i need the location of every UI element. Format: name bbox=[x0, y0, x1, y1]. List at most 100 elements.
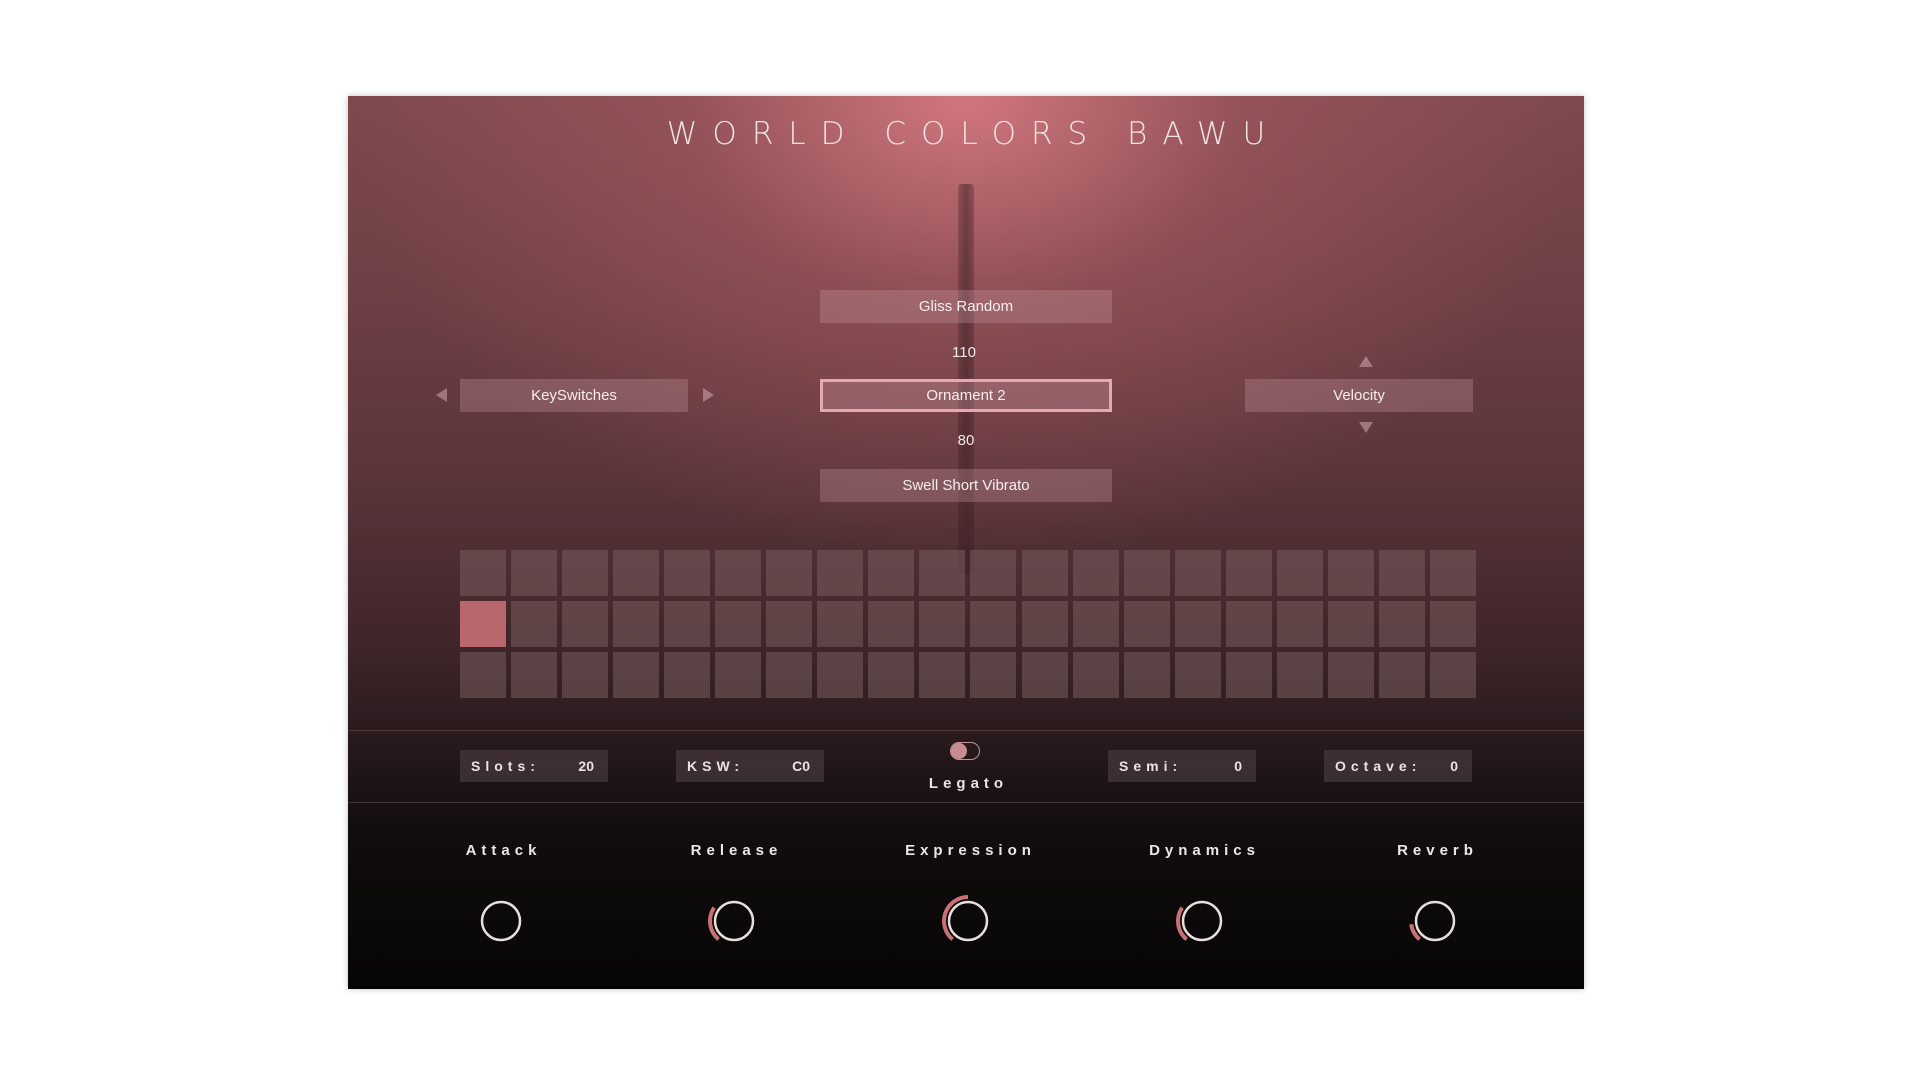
articulation-current[interactable]: Ornament 2 bbox=[820, 379, 1112, 412]
slot-cell[interactable] bbox=[766, 652, 813, 698]
instrument-panel: WORLD COLORS BAWU Gliss Random 110 Ornam… bbox=[348, 96, 1584, 989]
slot-cell[interactable] bbox=[1174, 601, 1221, 647]
slot-cell[interactable] bbox=[1378, 652, 1425, 698]
slot-cell[interactable] bbox=[1327, 652, 1374, 698]
slot-cell[interactable] bbox=[817, 652, 864, 698]
knob-ring bbox=[1181, 900, 1223, 942]
knob-ring bbox=[713, 900, 755, 942]
semi-label: Semi: bbox=[1119, 758, 1183, 774]
release-label: Release bbox=[690, 842, 783, 859]
slot-cell[interactable] bbox=[1021, 550, 1068, 596]
slot-cell[interactable] bbox=[1327, 601, 1374, 647]
slot-cell[interactable] bbox=[664, 652, 711, 698]
slot-cell[interactable] bbox=[562, 550, 609, 596]
velocity-up-arrow-icon[interactable] bbox=[1359, 356, 1373, 367]
octave-label: Octave: bbox=[1335, 758, 1422, 774]
attack-knob[interactable] bbox=[471, 891, 531, 951]
slot-cell[interactable] bbox=[715, 550, 762, 596]
slot-cell[interactable] bbox=[1225, 652, 1272, 698]
slot-cell[interactable] bbox=[1276, 601, 1323, 647]
articulation-next[interactable]: Swell Short Vibrato bbox=[820, 469, 1112, 502]
slot-cell[interactable] bbox=[1174, 652, 1221, 698]
slot-cell[interactable] bbox=[460, 550, 506, 596]
slot-cell[interactable] bbox=[664, 601, 711, 647]
slot-cell[interactable] bbox=[562, 601, 609, 647]
slot-cell[interactable] bbox=[1021, 601, 1068, 647]
slot-cell[interactable] bbox=[1429, 601, 1476, 647]
slot-cell[interactable] bbox=[613, 601, 660, 647]
expression-label: Expression bbox=[905, 842, 1036, 859]
slot-cell[interactable] bbox=[1021, 652, 1068, 698]
slot-cell[interactable] bbox=[1072, 601, 1119, 647]
slot-cell[interactable] bbox=[970, 601, 1017, 647]
slot-cell[interactable] bbox=[1072, 550, 1119, 596]
slot-cell[interactable] bbox=[1327, 550, 1374, 596]
slot-cell[interactable] bbox=[1378, 601, 1425, 647]
slot-cell[interactable] bbox=[1225, 550, 1272, 596]
slot-cell[interactable] bbox=[1225, 601, 1272, 647]
slot-cell[interactable] bbox=[664, 550, 711, 596]
slot-cell[interactable] bbox=[970, 550, 1017, 596]
slot-cell[interactable] bbox=[919, 601, 966, 647]
slot-cell[interactable] bbox=[460, 652, 506, 698]
ksw-field[interactable]: KSW: C0 bbox=[676, 750, 824, 782]
legato-label: Legato bbox=[928, 775, 1009, 792]
slot-cell[interactable] bbox=[1072, 652, 1119, 698]
slot-cell[interactable] bbox=[1123, 652, 1170, 698]
velocity-down-arrow-icon[interactable] bbox=[1359, 422, 1373, 433]
keyswitch-mode-selector[interactable]: KeySwitches bbox=[460, 379, 688, 412]
slot-cell-active[interactable] bbox=[460, 601, 506, 647]
slot-cell[interactable] bbox=[1123, 601, 1170, 647]
slot-cell[interactable] bbox=[511, 652, 558, 698]
slot-cell[interactable] bbox=[766, 601, 813, 647]
keyswitch-next-arrow-icon[interactable] bbox=[703, 388, 714, 402]
keyswitch-prev-arrow-icon[interactable] bbox=[436, 388, 447, 402]
slot-cell[interactable] bbox=[1378, 550, 1425, 596]
slot-cell[interactable] bbox=[1429, 652, 1476, 698]
articulation-previous[interactable]: Gliss Random bbox=[820, 290, 1112, 323]
dynamics-knob[interactable] bbox=[1172, 891, 1232, 951]
attack-label: Attack bbox=[465, 842, 542, 859]
slot-cell[interactable] bbox=[613, 652, 660, 698]
knob-ring bbox=[1414, 900, 1456, 942]
slot-cell[interactable] bbox=[1174, 550, 1221, 596]
slot-cell[interactable] bbox=[970, 652, 1017, 698]
velocity-mode-selector[interactable]: Velocity bbox=[1245, 379, 1473, 412]
section-divider-top bbox=[348, 730, 1584, 731]
semi-field[interactable]: Semi: 0 bbox=[1108, 750, 1256, 782]
slot-cell[interactable] bbox=[868, 550, 915, 596]
slot-cell[interactable] bbox=[1276, 550, 1323, 596]
reverb-knob[interactable] bbox=[1405, 891, 1465, 951]
reverb-label: Reverb bbox=[1397, 842, 1478, 859]
slot-cell[interactable] bbox=[715, 652, 762, 698]
knob-ring bbox=[480, 900, 522, 942]
expression-knob[interactable] bbox=[938, 891, 998, 951]
slot-cell[interactable] bbox=[511, 601, 558, 647]
slot-cell[interactable] bbox=[766, 550, 813, 596]
slot-cell[interactable] bbox=[562, 652, 609, 698]
slot-cell[interactable] bbox=[919, 652, 966, 698]
dynamics-label: Dynamics bbox=[1149, 842, 1260, 859]
slot-cell[interactable] bbox=[817, 601, 864, 647]
slot-cell[interactable] bbox=[511, 550, 558, 596]
articulation-lower-value: 80 bbox=[957, 432, 975, 449]
slot-cell[interactable] bbox=[1123, 550, 1170, 596]
ksw-label: KSW: bbox=[687, 758, 745, 774]
legato-toggle[interactable] bbox=[950, 742, 980, 760]
octave-field[interactable]: Octave: 0 bbox=[1324, 750, 1472, 782]
release-knob[interactable] bbox=[704, 891, 764, 951]
slots-value: 20 bbox=[578, 758, 594, 774]
slot-cell[interactable] bbox=[715, 601, 762, 647]
slot-cell[interactable] bbox=[817, 550, 864, 596]
slot-cell[interactable] bbox=[613, 550, 660, 596]
slot-cell[interactable] bbox=[919, 550, 966, 596]
section-divider-bottom bbox=[348, 802, 1584, 803]
semi-value: 0 bbox=[1234, 758, 1242, 774]
knob-ring bbox=[947, 900, 989, 942]
slot-cell[interactable] bbox=[868, 652, 915, 698]
slot-cell[interactable] bbox=[1429, 550, 1476, 596]
slots-field[interactable]: Slots: 20 bbox=[460, 750, 608, 782]
octave-value: 0 bbox=[1450, 758, 1458, 774]
slot-cell[interactable] bbox=[1276, 652, 1323, 698]
slot-cell[interactable] bbox=[868, 601, 915, 647]
